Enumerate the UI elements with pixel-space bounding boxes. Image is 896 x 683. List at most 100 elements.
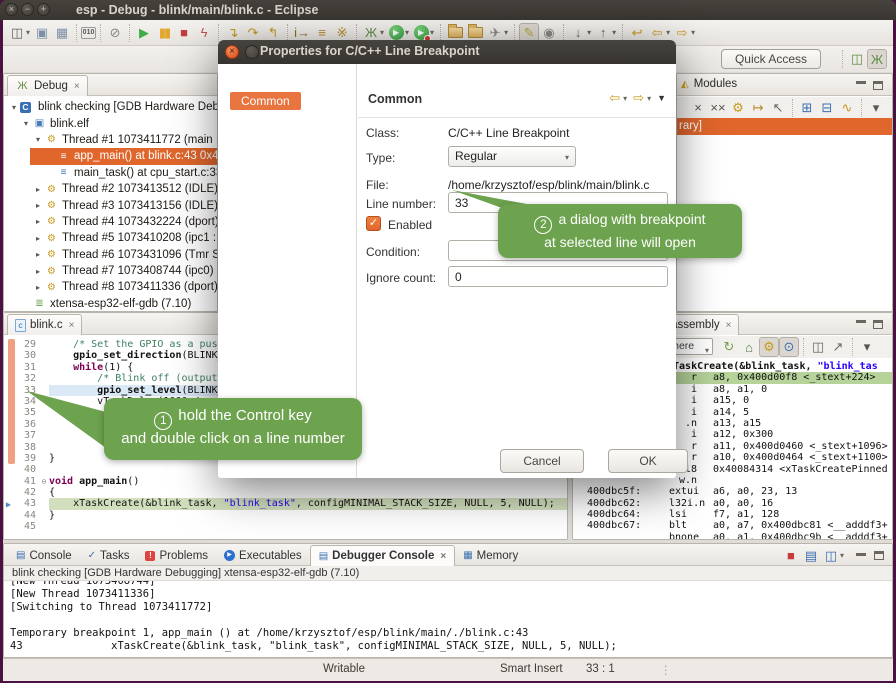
fold-collapse-icon[interactable]: ⊖ bbox=[39, 476, 49, 487]
close-icon[interactable]: × bbox=[440, 551, 446, 562]
line-number[interactable]: 33 bbox=[18, 385, 36, 396]
cancel-button[interactable]: Cancel bbox=[500, 449, 584, 473]
line-number[interactable]: 34 bbox=[18, 396, 36, 407]
maximize-icon[interactable] bbox=[874, 551, 884, 560]
expand-all-icon[interactable]: ⊞ bbox=[797, 98, 817, 118]
module-selected-row[interactable]: rary] bbox=[677, 118, 892, 135]
remove-module-icon[interactable]: × bbox=[688, 98, 708, 118]
debug-tree-item[interactable]: ≣xtensa-esp32-elf-gdb (7.10) bbox=[4, 296, 217, 311]
line-number[interactable]: 43 bbox=[18, 498, 36, 509]
line-number[interactable]: 38 bbox=[18, 442, 36, 453]
minimize-icon[interactable] bbox=[856, 81, 866, 90]
debug-tree-item[interactable]: ▾⚙Thread #1 1073411772 (main : Runn bbox=[4, 132, 217, 148]
home-icon[interactable]: ⌂ bbox=[739, 337, 759, 357]
line-number[interactable]: 45 bbox=[18, 521, 36, 532]
view-menu-icon[interactable]: ▾ bbox=[866, 98, 886, 118]
terminate-icon[interactable]: ■ bbox=[174, 23, 194, 43]
skip-all-breakpoints-icon[interactable]: ⊘ bbox=[105, 23, 125, 43]
close-icon[interactable]: × bbox=[726, 320, 732, 331]
remove-all-modules-icon[interactable]: ×× bbox=[708, 98, 728, 118]
disconnect-icon[interactable]: ϟ bbox=[194, 23, 214, 43]
line-number[interactable]: 30 bbox=[18, 350, 36, 361]
collapse-all-icon[interactable]: ⊟ bbox=[817, 98, 837, 118]
line-number[interactable]: 35 bbox=[18, 407, 36, 418]
debug-tree-item[interactable]: ▸⚙Thread #2 1073413512 (IDLE) (Susp bbox=[4, 181, 217, 197]
debug-tree-item[interactable]: ▸⚙Thread #6 1073431096 (Tmr Svc) (S bbox=[4, 247, 217, 263]
tab-debug[interactable]: Ж Debug × bbox=[7, 75, 88, 96]
pin-view-icon[interactable]: ↗ bbox=[828, 337, 848, 357]
line-number[interactable]: 31 bbox=[18, 362, 36, 373]
tree-expander-icon[interactable]: ▸ bbox=[32, 267, 44, 276]
binary-icon[interactable]: 010 bbox=[81, 27, 96, 39]
track-expression-icon[interactable]: ⚙ bbox=[759, 337, 779, 357]
chevron-down-icon[interactable]: ▾ bbox=[705, 343, 709, 355]
tree-expander-icon[interactable]: ▸ bbox=[32, 217, 44, 226]
load-symbols-all-icon[interactable]: ↦ bbox=[748, 98, 768, 118]
show-source-icon[interactable]: ⊙ bbox=[779, 337, 799, 357]
ok-button[interactable]: OK bbox=[608, 449, 688, 473]
ignore-count-input[interactable] bbox=[448, 266, 668, 287]
debug-tree-item[interactable]: ▸⚙Thread #5 1073410208 (ipc1 : Runni bbox=[4, 230, 217, 246]
tree-expander-icon[interactable]: ▸ bbox=[32, 234, 44, 243]
deselect-default-icon[interactable]: ↖ bbox=[768, 98, 788, 118]
debug-tree-item[interactable]: ▸⚙Thread #7 1073408744 (ipc0) (Susp bbox=[4, 263, 217, 279]
line-number[interactable]: 42 bbox=[18, 487, 36, 498]
display-selected-console-icon[interactable]: ▤ bbox=[801, 546, 821, 566]
dialog-nav-item[interactable]: Common bbox=[230, 92, 301, 110]
line-number[interactable]: 32 bbox=[18, 373, 36, 384]
type-select[interactable]: Regular ▾ bbox=[448, 146, 576, 167]
open-perspective-icon[interactable]: ◫ bbox=[847, 49, 867, 69]
line-number[interactable]: 40 bbox=[18, 464, 36, 475]
tab-blink-c[interactable]: c blink.c × bbox=[7, 314, 82, 335]
tree-expander-icon[interactable]: ▸ bbox=[32, 283, 44, 292]
link-with-debug-icon[interactable]: ∿ bbox=[837, 98, 857, 118]
debug-tree-item[interactable]: ▾▣blink.elf bbox=[4, 115, 217, 131]
quick-access-button[interactable]: Quick Access bbox=[721, 49, 821, 69]
view-menu-icon[interactable]: ▼ bbox=[657, 93, 666, 103]
forward-history-dropdown[interactable]: ▾ bbox=[647, 94, 651, 103]
back-history-icon[interactable]: ⇦ bbox=[609, 90, 620, 106]
line-number[interactable]: 29 bbox=[18, 339, 36, 350]
open-new-view-icon[interactable]: ◫ bbox=[808, 337, 828, 357]
debug-tree-item[interactable]: ▾Cblink checking [GDB Hardware Debug bbox=[4, 99, 217, 115]
tree-expander-icon[interactable]: ▾ bbox=[20, 119, 32, 128]
tree-expander-icon[interactable]: ▸ bbox=[32, 201, 44, 210]
tab-tasks[interactable]: ✓Tasks bbox=[80, 545, 138, 566]
line-number[interactable]: 36 bbox=[18, 419, 36, 430]
new-wizard-icon[interactable]: ◫ bbox=[7, 23, 27, 43]
back-history-dropdown[interactable]: ▾ bbox=[623, 94, 627, 103]
tab-memory[interactable]: ▦Memory bbox=[455, 545, 526, 566]
open-console-icon[interactable]: ◫ bbox=[821, 546, 841, 566]
enabled-checkbox[interactable] bbox=[366, 216, 381, 231]
debug-tree-item[interactable]: ≡app_main() at blink.c:43 0x400dbc bbox=[4, 148, 217, 164]
debug-tree-item[interactable]: ▸⚙Thread #8 1073411336 (dport) (Sus bbox=[4, 279, 217, 295]
close-icon[interactable]: × bbox=[74, 81, 80, 92]
line-number[interactable]: 39 bbox=[18, 453, 36, 464]
window-minimize-icon[interactable] bbox=[21, 3, 34, 16]
tab-executables[interactable]: ▶Executables bbox=[216, 545, 310, 566]
line-number[interactable]: 41 bbox=[18, 476, 36, 487]
tab-debugger-console[interactable]: ▤Debugger Console× bbox=[310, 545, 456, 566]
minimize-icon[interactable] bbox=[856, 553, 866, 562]
dialog-close-icon[interactable] bbox=[225, 45, 239, 59]
forward-icon[interactable]: ⇨ bbox=[672, 23, 692, 43]
maximize-icon[interactable] bbox=[873, 81, 883, 90]
forward-history-icon[interactable]: ⇨ bbox=[633, 90, 644, 106]
tree-expander-icon[interactable]: ▾ bbox=[32, 135, 44, 144]
load-symbols-icon[interactable]: ⚙ bbox=[728, 98, 748, 118]
terminate-console-icon[interactable]: ■ bbox=[781, 546, 801, 566]
window-maximize-icon[interactable] bbox=[37, 3, 50, 16]
line-number[interactable]: 37 bbox=[18, 430, 36, 441]
close-icon[interactable]: × bbox=[69, 320, 75, 331]
tab-problems[interactable]: !Problems bbox=[137, 545, 216, 566]
debug-tree-item[interactable]: ≡main_task() at cpu_start.c:339 0x4 bbox=[4, 165, 217, 181]
tree-expander-icon[interactable]: ▸ bbox=[32, 185, 44, 194]
save-all-icon[interactable]: ▦ bbox=[52, 23, 72, 43]
minimize-icon[interactable] bbox=[856, 320, 866, 329]
window-close-icon[interactable] bbox=[5, 3, 18, 16]
debug-tree-item[interactable]: ▸⚙Thread #3 1073413156 (IDLE) (Susp bbox=[4, 197, 217, 213]
view-menu-icon[interactable]: ▾ bbox=[857, 337, 877, 357]
line-number[interactable]: 44 bbox=[18, 510, 36, 521]
debug-perspective-icon[interactable]: Ж bbox=[867, 49, 887, 69]
dialog-menu-icon[interactable] bbox=[245, 45, 259, 59]
